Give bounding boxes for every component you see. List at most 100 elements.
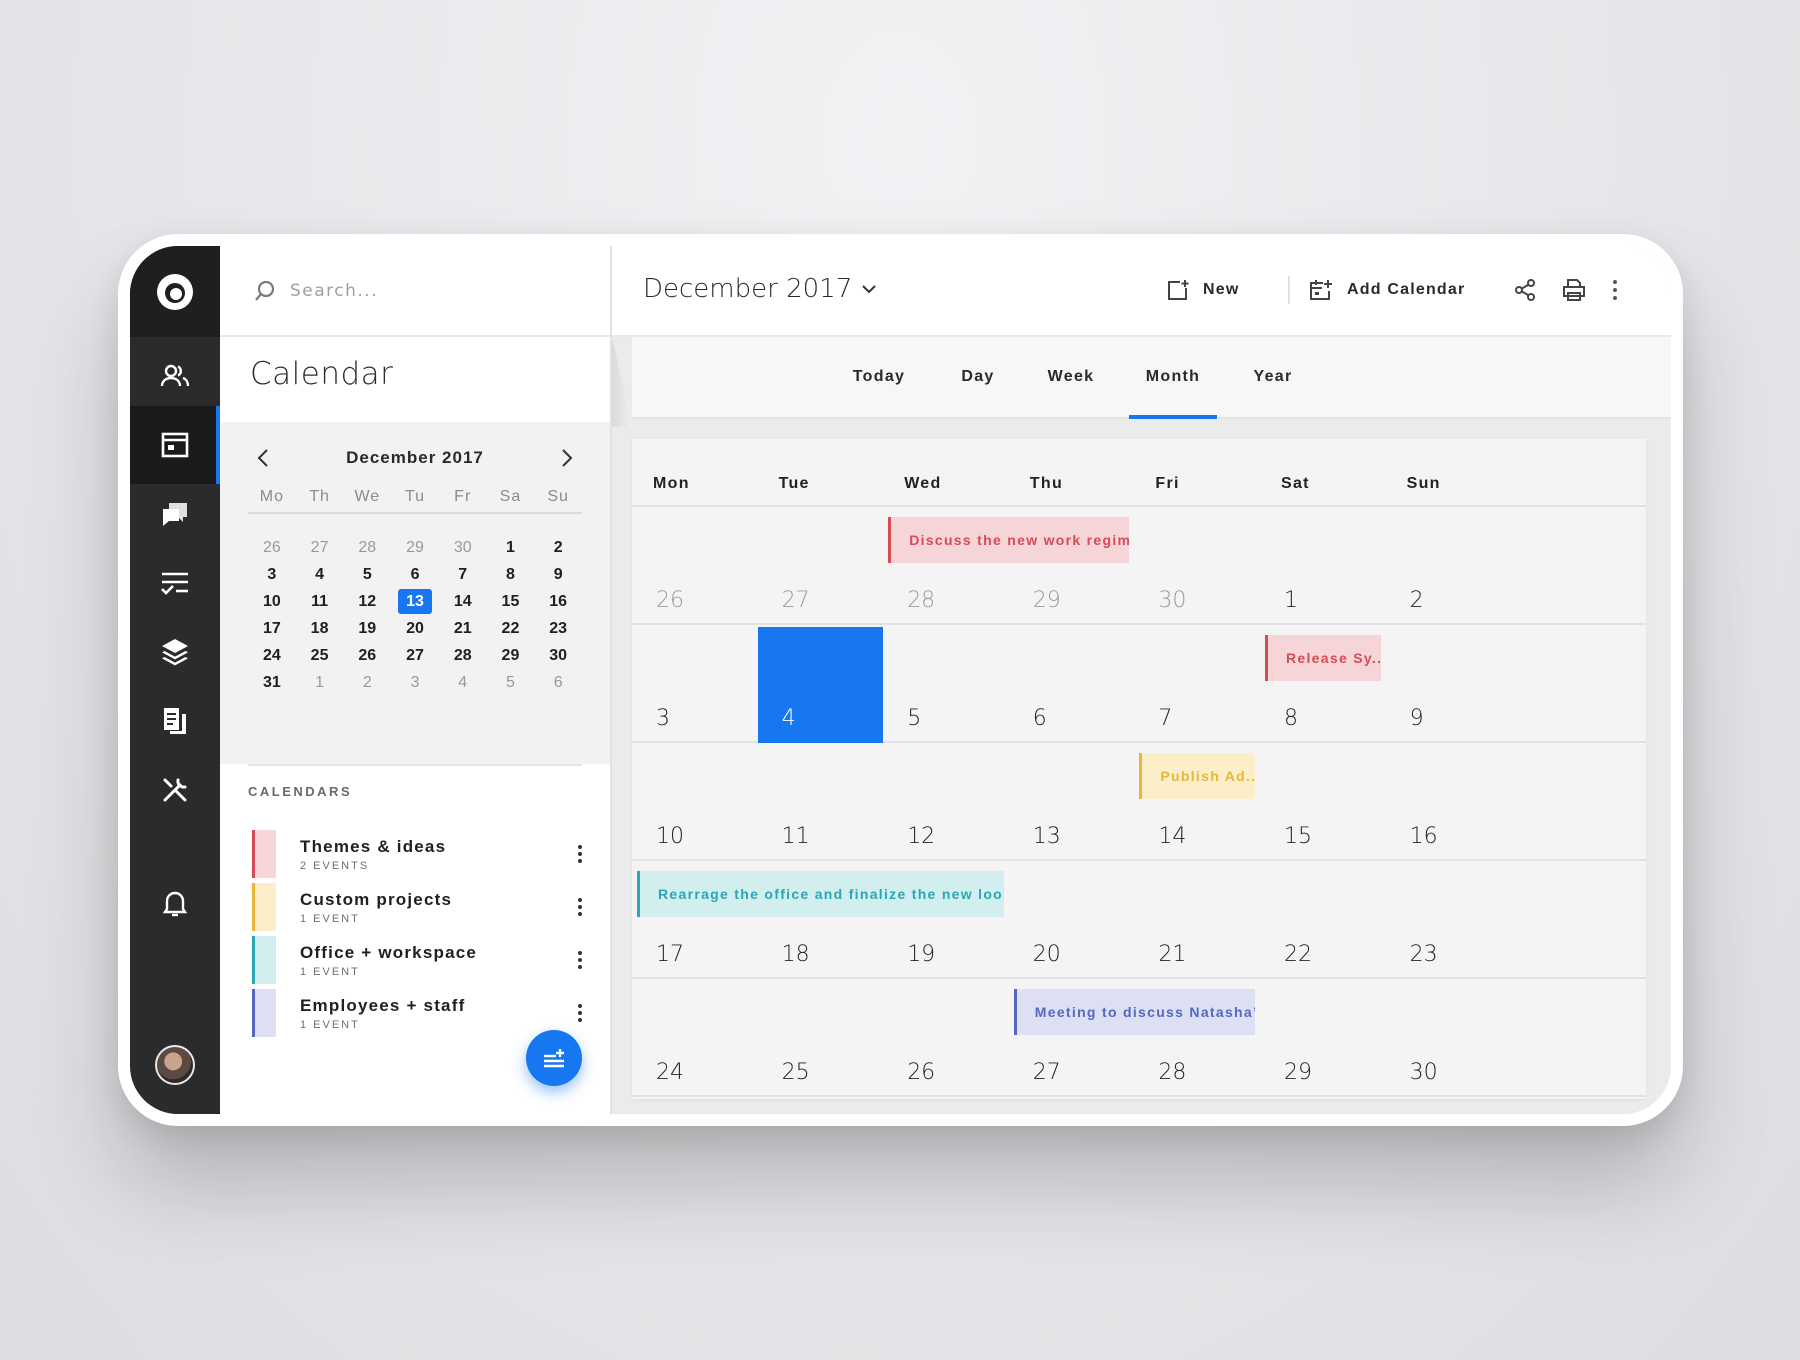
day-cell[interactable]: 30 — [1386, 981, 1512, 1097]
mini-day-cell[interactable]: 21 — [439, 620, 487, 638]
mini-day-cell[interactable]: 15 — [487, 593, 535, 611]
nav-tools[interactable] — [130, 751, 220, 829]
mini-day-cell[interactable]: 4 — [439, 674, 487, 692]
tab-day[interactable]: Day — [942, 337, 1014, 417]
mini-day-cell[interactable]: 23 — [534, 620, 582, 638]
day-cell[interactable]: 16 — [1386, 745, 1512, 861]
day-cell[interactable]: 24 — [632, 981, 758, 1097]
day-cell[interactable]: 30 — [1134, 509, 1260, 625]
mini-day-cell[interactable]: 19 — [343, 620, 391, 638]
event-chip[interactable]: Rearrage the office and finalize the new… — [637, 871, 1004, 917]
mini-day-cell[interactable]: 20 — [391, 620, 439, 638]
calendar-list-item[interactable]: Employees + staff 1 EVENT — [248, 989, 588, 1037]
print-button[interactable] — [1560, 276, 1588, 304]
day-cell[interactable]: 29 — [1260, 981, 1386, 1097]
mini-day-cell[interactable]: 6 — [534, 674, 582, 692]
tab-month[interactable]: Month — [1129, 337, 1217, 419]
day-cell[interactable]: 23 — [1386, 863, 1512, 979]
tab-today[interactable]: Today — [837, 337, 921, 417]
mini-day-cell[interactable]: 17 — [248, 620, 296, 638]
day-cell[interactable]: 6 — [1009, 627, 1135, 743]
mini-day-cell[interactable]: 31 — [248, 674, 296, 692]
calendar-options-button[interactable] — [572, 999, 588, 1027]
calendar-options-button[interactable] — [572, 946, 588, 974]
day-cell[interactable]: 1 — [1260, 509, 1386, 625]
mini-day-cell[interactable]: 3 — [391, 674, 439, 692]
day-cell[interactable]: 15 — [1260, 745, 1386, 861]
day-cell[interactable]: 12 — [883, 745, 1009, 861]
nav-calendar[interactable] — [130, 406, 220, 484]
mini-prev-month-button[interactable] — [248, 443, 278, 473]
nav-contacts[interactable] — [130, 337, 220, 415]
day-cell[interactable]: 7 — [1134, 627, 1260, 743]
calendar-options-button[interactable] — [572, 840, 588, 868]
mini-day-cell[interactable]: 29 — [391, 539, 439, 557]
mini-day-cell[interactable]: 11 — [296, 593, 344, 611]
mini-day-cell[interactable]: 6 — [391, 566, 439, 584]
day-cell[interactable]: 25 — [758, 981, 884, 1097]
tab-year[interactable]: Year — [1235, 337, 1311, 417]
mini-day-cell[interactable]: 14 — [439, 593, 487, 611]
mini-day-cell[interactable]: 12 — [343, 593, 391, 611]
more-options-button[interactable] — [1601, 276, 1629, 304]
event-chip[interactable]: Meeting to discuss Natasha’s... — [1013, 989, 1255, 1035]
mini-day-cell[interactable]: 24 — [248, 647, 296, 665]
day-cell[interactable]: 26 — [632, 509, 758, 625]
new-button[interactable]: New — [1167, 274, 1240, 306]
event-chip[interactable]: Discuss the new work regim... — [888, 517, 1130, 563]
mini-day-cell[interactable]: 10 — [248, 593, 296, 611]
mini-day-cell[interactable]: 2 — [343, 674, 391, 692]
share-button[interactable] — [1511, 276, 1539, 304]
mini-day-cell[interactable]: 5 — [487, 674, 535, 692]
day-cell[interactable]: 3 — [632, 627, 758, 743]
event-chip[interactable]: Publish Ad... — [1139, 753, 1255, 799]
mini-day-cell[interactable]: 8 — [487, 566, 535, 584]
mini-day-cell[interactable]: 29 — [487, 647, 535, 665]
mini-day-cell[interactable]: 16 — [534, 593, 582, 611]
calendar-options-button[interactable] — [572, 893, 588, 921]
nav-messages[interactable] — [130, 475, 220, 553]
mini-day-cell[interactable]: 4 — [296, 566, 344, 584]
day-cell[interactable]: 9 — [1386, 627, 1512, 743]
mini-day-cell[interactable]: 1 — [296, 674, 344, 692]
day-cell[interactable]: 11 — [758, 745, 884, 861]
mini-day-cell[interactable]: 27 — [391, 647, 439, 665]
mini-day-cell[interactable]: 28 — [439, 647, 487, 665]
nav-layers[interactable] — [130, 613, 220, 691]
day-cell[interactable]: 10 — [632, 745, 758, 861]
app-logo[interactable] — [130, 246, 220, 337]
month-selector[interactable]: December 2017 — [643, 274, 876, 304]
day-cell[interactable]: 22 — [1260, 863, 1386, 979]
mini-day-cell[interactable]: 9 — [534, 566, 582, 584]
mini-next-month-button[interactable] — [552, 443, 582, 473]
mini-day-cell[interactable]: 26 — [248, 539, 296, 557]
event-chip[interactable]: Release Sy... — [1265, 635, 1381, 681]
day-cell[interactable]: 5 — [883, 627, 1009, 743]
day-cell[interactable]: 27 — [758, 509, 884, 625]
mini-day-cell[interactable]: 13 — [391, 589, 439, 614]
day-cell-selected[interactable]: 4 — [757, 627, 884, 743]
mini-day-cell[interactable]: 18 — [296, 620, 344, 638]
search-input[interactable] — [290, 280, 540, 301]
mini-day-cell[interactable]: 28 — [343, 539, 391, 557]
calendar-list-item[interactable]: Office + workspace 1 EVENT — [248, 936, 588, 984]
nav-tasks[interactable] — [130, 544, 220, 622]
day-cell[interactable]: 26 — [883, 981, 1009, 1097]
mini-day-cell[interactable]: 27 — [296, 539, 344, 557]
mini-day-cell[interactable]: 2 — [534, 539, 582, 557]
day-cell[interactable]: 13 — [1009, 745, 1135, 861]
mini-day-cell[interactable]: 26 — [343, 647, 391, 665]
mini-day-cell[interactable]: 7 — [439, 566, 487, 584]
nav-documents[interactable] — [130, 682, 220, 760]
mini-day-cell[interactable]: 30 — [534, 647, 582, 665]
add-calendar-button[interactable]: Add Calendar — [1309, 274, 1465, 306]
nav-notifications[interactable] — [130, 864, 220, 942]
mini-day-cell[interactable]: 1 — [487, 539, 535, 557]
mini-day-cell[interactable]: 5 — [343, 566, 391, 584]
mini-day-cell[interactable]: 3 — [248, 566, 296, 584]
tab-week[interactable]: Week — [1032, 337, 1110, 417]
mini-day-cell[interactable]: 25 — [296, 647, 344, 665]
calendar-list-item[interactable]: Custom projects 1 EVENT — [248, 883, 588, 931]
mini-day-cell[interactable]: 22 — [487, 620, 535, 638]
add-event-button[interactable] — [526, 1030, 582, 1086]
